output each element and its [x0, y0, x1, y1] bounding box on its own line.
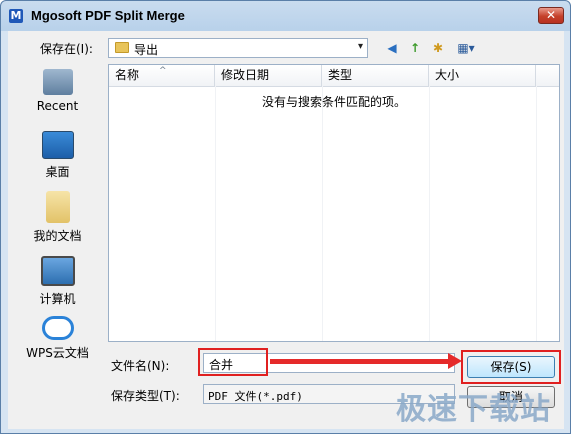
- save-in-label: 保存在(I):: [40, 42, 93, 56]
- recent-icon: [42, 69, 73, 95]
- cloud-icon: [41, 316, 74, 340]
- back-icon[interactable]: ◀: [383, 40, 401, 56]
- column-label: 类型: [328, 68, 353, 82]
- save-highlight: [461, 350, 561, 384]
- empty-message: 没有与搜索条件匹配的项。: [261, 95, 406, 109]
- file-list[interactable]: 名称 ^ 修改日期 类型 大小 没有与搜索条件匹配的项。: [108, 64, 560, 342]
- sort-up-icon: ^: [159, 66, 167, 76]
- computer-icon: [40, 256, 75, 286]
- column-divider: [429, 86, 430, 341]
- place-desktop[interactable]: 桌面: [10, 131, 105, 180]
- watermark-logo: 极速下载站: [396, 392, 551, 427]
- save-in-dropdown[interactable]: 导出 ▾: [108, 38, 368, 58]
- arrow-head-icon: [448, 353, 462, 369]
- chevron-down-icon: ▾: [357, 41, 363, 52]
- filename-label: 文件名(N):: [111, 359, 170, 373]
- column-divider: [536, 86, 537, 341]
- place-label: WPS云文档: [26, 346, 89, 360]
- column-divider: [215, 86, 216, 341]
- new-folder-icon[interactable]: ✱: [429, 40, 447, 56]
- place-label: Recent: [36, 99, 79, 113]
- window-title: Mgosoft PDF Split Merge: [31, 8, 185, 23]
- place-label: 计算机: [39, 292, 76, 306]
- save-in-value: 导出: [134, 43, 159, 57]
- documents-icon: [45, 191, 70, 223]
- desktop-icon: [41, 131, 74, 159]
- dialog-window: M Mgosoft PDF Split Merge ✕ 保存在(I): 导出 ▾…: [0, 0, 571, 434]
- place-label: 桌面: [45, 165, 70, 179]
- column-label: 修改日期: [221, 68, 270, 82]
- place-label: 我的文档: [33, 229, 82, 243]
- column-label: 大小: [435, 68, 460, 82]
- column-type[interactable]: 类型: [322, 65, 429, 86]
- filetype-label: 保存类型(T):: [111, 389, 180, 403]
- close-button[interactable]: ✕: [538, 7, 564, 24]
- place-computer[interactable]: 计算机: [10, 256, 105, 307]
- app-icon: M: [9, 9, 23, 23]
- column-label: 名称: [115, 68, 140, 82]
- filename-highlight: [198, 348, 268, 376]
- folder-icon: [115, 42, 129, 53]
- column-size[interactable]: 大小: [429, 65, 536, 86]
- place-recent[interactable]: Recent: [10, 69, 105, 113]
- file-list-header: 名称 ^ 修改日期 类型 大小: [109, 65, 559, 87]
- annotation-arrow: [270, 359, 456, 364]
- column-divider: [322, 86, 323, 341]
- place-wps-cloud[interactable]: WPS云文档: [10, 316, 105, 361]
- place-documents[interactable]: 我的文档: [10, 191, 105, 244]
- title-bar[interactable]: M Mgosoft PDF Split Merge ✕: [1, 1, 570, 31]
- up-folder-icon[interactable]: ↑: [406, 40, 424, 56]
- places-bar: Recent 桌面 我的文档 计算机 WPS云文档: [10, 64, 105, 364]
- column-modified[interactable]: 修改日期: [215, 65, 322, 86]
- filetype-value: PDF 文件(*.pdf): [208, 390, 303, 403]
- view-menu-icon[interactable]: ▦▾: [453, 40, 479, 56]
- dialog-body: 保存在(I): 导出 ▾ ◀ ↑ ✱ ▦▾ Recent 桌面 我的文档 计算机…: [8, 31, 564, 429]
- column-name[interactable]: 名称 ^: [109, 65, 215, 86]
